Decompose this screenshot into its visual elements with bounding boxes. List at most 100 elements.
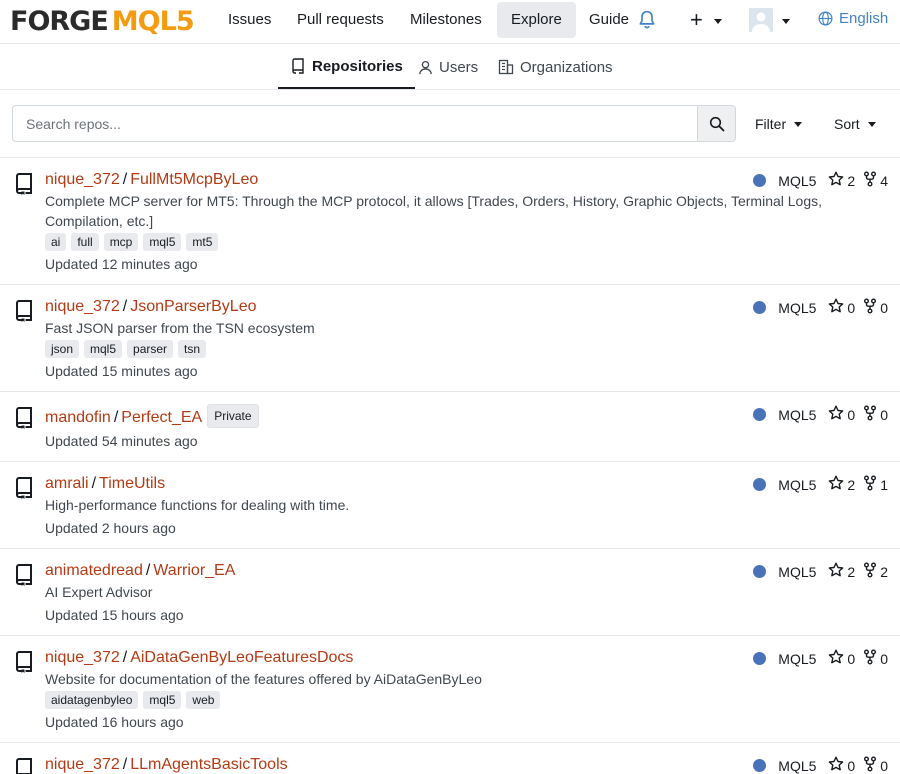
repo-owner-link[interactable]: nique_372: [45, 171, 120, 188]
logo-mql5-text: MQL5: [111, 5, 195, 37]
repo-name-link[interactable]: FullMt5McpByLeo: [130, 171, 258, 188]
star-count: 0: [847, 406, 856, 423]
star-count: 0: [847, 650, 856, 667]
fork-icon: [863, 756, 877, 774]
language-color-dot: [753, 301, 767, 314]
topic-tag[interactable]: mt5: [186, 233, 219, 251]
repo-owner-link[interactable]: nique_372: [45, 649, 120, 666]
repo-owner-link[interactable]: amrali: [45, 475, 89, 492]
repo-icon: [14, 300, 34, 325]
repo-row: animatedread / Warrior_EA AI Expert Advisor…: [0, 548, 900, 635]
repo-language: MQL5: [778, 476, 817, 493]
fork-icon: [863, 475, 877, 494]
repo-name-link[interactable]: TimeUtils: [99, 475, 165, 492]
create-new-plus-icon[interactable]: +: [690, 8, 703, 32]
nav-milestones[interactable]: Milestones: [396, 2, 496, 38]
person-icon: [419, 60, 432, 74]
topic-tag[interactable]: mql5: [143, 233, 182, 251]
topic-tag[interactable]: parser: [127, 340, 174, 358]
topic-tag[interactable]: aidatagenbyleo: [45, 691, 139, 709]
filter-chevron-down-icon: [794, 121, 803, 127]
create-menu-chevron-down-icon[interactable]: [714, 19, 722, 24]
sort-label: Sort: [834, 116, 860, 132]
repo-meta: MQL5 0 0: [753, 649, 888, 668]
repo-stars[interactable]: 0: [828, 756, 855, 774]
repo-forks[interactable]: 0: [863, 298, 888, 317]
language-selector[interactable]: English: [818, 10, 888, 27]
tab-users-label: Users: [439, 58, 479, 76]
nav-guide[interactable]: Guide: [575, 2, 643, 38]
sort-dropdown[interactable]: Sort: [834, 116, 876, 132]
nav-explore[interactable]: Explore: [497, 2, 576, 38]
repo-forks[interactable]: 1: [863, 475, 888, 494]
organization-icon: [498, 59, 514, 75]
star-icon: [828, 475, 844, 494]
nav-issues[interactable]: Issues: [214, 2, 285, 38]
bell-icon[interactable]: [638, 10, 656, 30]
search-input[interactable]: [13, 106, 697, 141]
repo-name-link[interactable]: AiDataGenByLeoFeaturesDocs: [130, 649, 353, 666]
repo-icon: [14, 758, 34, 774]
search-bar: [12, 105, 736, 142]
forge-mql5-logo[interactable]: FORGE MQL5: [10, 5, 195, 37]
star-count: 2: [847, 476, 856, 493]
fork-count: 0: [880, 299, 888, 316]
repo-icon: [14, 173, 34, 198]
repo-forks[interactable]: 4: [863, 171, 888, 190]
filter-dropdown[interactable]: Filter: [755, 116, 803, 132]
repo-meta: MQL5 2 1: [753, 475, 888, 494]
repository-list: nique_372/FullMt5McpByLeo Complete MCP se…: [0, 157, 900, 774]
fork-count: 2: [880, 563, 888, 580]
topic-tag[interactable]: full: [71, 233, 99, 251]
repo-language: MQL5: [778, 299, 817, 316]
repo-stars[interactable]: 2: [828, 475, 855, 494]
fork-count: 0: [880, 406, 888, 423]
topic-tag[interactable]: json: [45, 340, 80, 358]
topic-tag[interactable]: web: [186, 691, 221, 709]
repo-forks[interactable]: 0: [863, 756, 888, 774]
repo-row: nique_372/AiDataGenByLeoFeaturesDocs Webs…: [0, 635, 900, 742]
repo-forks[interactable]: 2: [863, 562, 888, 581]
repo-meta: MQL5 0 0: [753, 405, 888, 424]
repo-path-separator: /: [122, 298, 128, 315]
nav-pull-requests[interactable]: Pull requests: [283, 2, 398, 38]
star-count: 2: [847, 172, 856, 189]
topic-tag[interactable]: ai: [45, 233, 67, 251]
user-avatar[interactable]: [749, 8, 773, 32]
repo-meta: MQL5 0 0: [753, 756, 888, 774]
repo-name-link[interactable]: LLmAgentsBasicTools: [130, 756, 287, 773]
repo-description: Complete MCP server for MT5: Through the…: [45, 193, 823, 229]
repo-meta: MQL5 2 4: [753, 171, 888, 190]
search-button[interactable]: [697, 106, 735, 141]
repo-stars[interactable]: 0: [828, 405, 855, 424]
repo-stars[interactable]: 2: [828, 171, 855, 190]
repo-owner-link[interactable]: nique_372: [45, 298, 120, 315]
topic-tag[interactable]: tsn: [178, 340, 207, 358]
tab-repositories[interactable]: Repositories: [278, 45, 415, 89]
repo-stars[interactable]: 0: [828, 298, 855, 317]
repo-owner-link[interactable]: animatedread: [45, 562, 143, 579]
repo-row: nique_372/FullMt5McpByLeo Complete MCP se…: [0, 157, 900, 284]
repo-name-link[interactable]: JsonParserByLeo: [130, 298, 256, 315]
repo-language: MQL5: [778, 406, 817, 423]
tab-users[interactable]: Users: [418, 45, 478, 89]
repo-name-link[interactable]: Perfect_EA: [121, 409, 202, 426]
language-color-dot: [753, 565, 767, 578]
tab-organizations[interactable]: Organizations: [498, 45, 613, 89]
fork-icon: [863, 171, 877, 190]
repo-forks[interactable]: 0: [863, 405, 888, 424]
repo-owner-link[interactable]: mandofin: [45, 409, 111, 426]
repo-forks[interactable]: 0: [863, 649, 888, 668]
repo-updated-time: Updated 2 hours ago: [45, 520, 176, 536]
repo-stars[interactable]: 2: [828, 562, 855, 581]
repo-stars[interactable]: 0: [828, 649, 855, 668]
repo-name-link[interactable]: Warrior_EA: [153, 562, 235, 579]
explore-tabbar: Repositories Users Organizations: [0, 45, 900, 90]
star-icon: [828, 649, 844, 668]
topic-tag[interactable]: mql5: [84, 340, 123, 358]
star-count: 0: [847, 757, 856, 774]
user-menu-chevron-down-icon[interactable]: [782, 19, 790, 24]
topic-tag[interactable]: mcp: [103, 233, 139, 251]
repo-owner-link[interactable]: nique_372: [45, 756, 120, 773]
topic-tag[interactable]: mql5: [143, 691, 182, 709]
